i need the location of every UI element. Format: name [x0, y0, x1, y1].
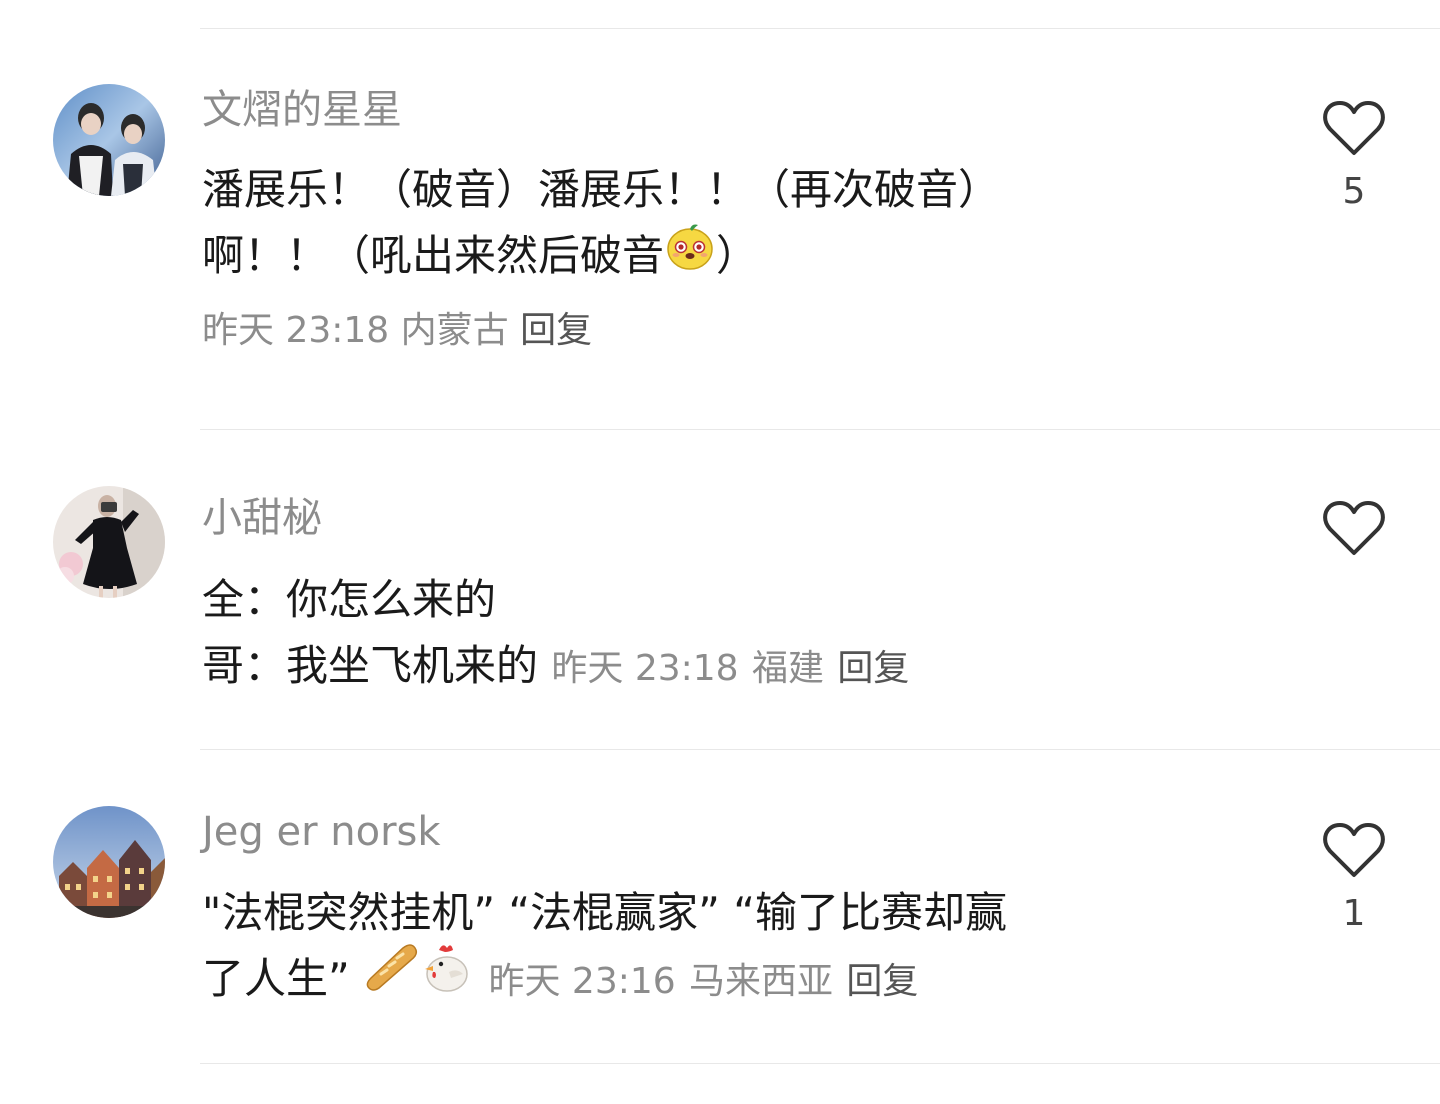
- username[interactable]: 文熠的星星: [202, 84, 402, 136]
- baguette-emoji-icon: [363, 942, 419, 1013]
- comment-text-line: "法棍突然挂机” “法棍赢家” “输了比赛却赢: [202, 888, 1008, 937]
- like-button[interactable]: 1: [1318, 822, 1390, 936]
- chicken-emoji-icon: [419, 942, 475, 1013]
- divider: [200, 1063, 1440, 1064]
- reply-button[interactable]: 回复: [846, 961, 918, 1002]
- like-button[interactable]: 5: [1318, 100, 1390, 214]
- heart-outline-icon: [1318, 500, 1390, 556]
- location: 马来西亚: [689, 961, 834, 1002]
- like-button[interactable]: [1318, 500, 1390, 570]
- comment-meta: 昨天 23:18 内蒙古 回复: [202, 306, 592, 356]
- like-count: 1: [1342, 893, 1366, 934]
- comment-text-segment: 啊！！（吼出来然后破音: [202, 231, 665, 280]
- timestamp: 昨天 23:18: [551, 648, 739, 689]
- heart-outline-icon: [1318, 100, 1390, 156]
- comment-text: "法棍突然挂机” “法棍赢家” “输了比赛却赢 了人生” 昨天 23:16 马来…: [202, 880, 1232, 1012]
- location: 福建: [751, 648, 824, 689]
- heart-outline-icon: [1318, 822, 1390, 878]
- reply-button[interactable]: 回复: [837, 648, 909, 689]
- avatar[interactable]: [53, 806, 165, 918]
- timestamp: 昨天 23:16: [488, 961, 676, 1002]
- comment-text-line: 全：你怎么来的: [202, 575, 497, 624]
- comment-text-line: 了人生” 昨天 23:16 马来西亚 回复: [202, 944, 1232, 1012]
- divider-top: [200, 28, 1440, 29]
- username[interactable]: Jeg er norsk: [202, 806, 441, 858]
- divider: [200, 429, 1440, 430]
- comment-text: 潘展乐！（破音）潘展乐！！（再次破音） 啊！！（吼出来然后破音 ）: [202, 157, 1232, 289]
- comment-text: 全：你怎么来的 哥：我坐飞机来的 昨天 23:18 福建 回复: [202, 567, 1232, 699]
- comment-text-segment: 哥：我坐飞机来的: [202, 641, 539, 690]
- comment-text-line: 潘展乐！（破音）潘展乐！！（再次破音）: [202, 165, 1001, 214]
- reply-button[interactable]: 回复: [520, 310, 592, 351]
- comment-text-segment: ）: [716, 231, 759, 280]
- timestamp: 昨天 23:18: [202, 310, 390, 351]
- comment-text-line: 啊！！（吼出来然后破音 ）: [202, 223, 1232, 289]
- location: 内蒙古: [400, 310, 509, 351]
- yellow-blob-face-emoji-icon: [664, 219, 716, 290]
- avatar[interactable]: [53, 486, 165, 598]
- comment-text-line: 哥：我坐飞机来的 昨天 23:18 福建 回复: [202, 633, 1232, 699]
- username[interactable]: 小甜柲: [202, 492, 322, 544]
- like-count: 5: [1342, 171, 1366, 212]
- comment-text-segment: 了人生”: [202, 954, 350, 1003]
- divider: [200, 749, 1440, 750]
- avatar[interactable]: [53, 84, 165, 196]
